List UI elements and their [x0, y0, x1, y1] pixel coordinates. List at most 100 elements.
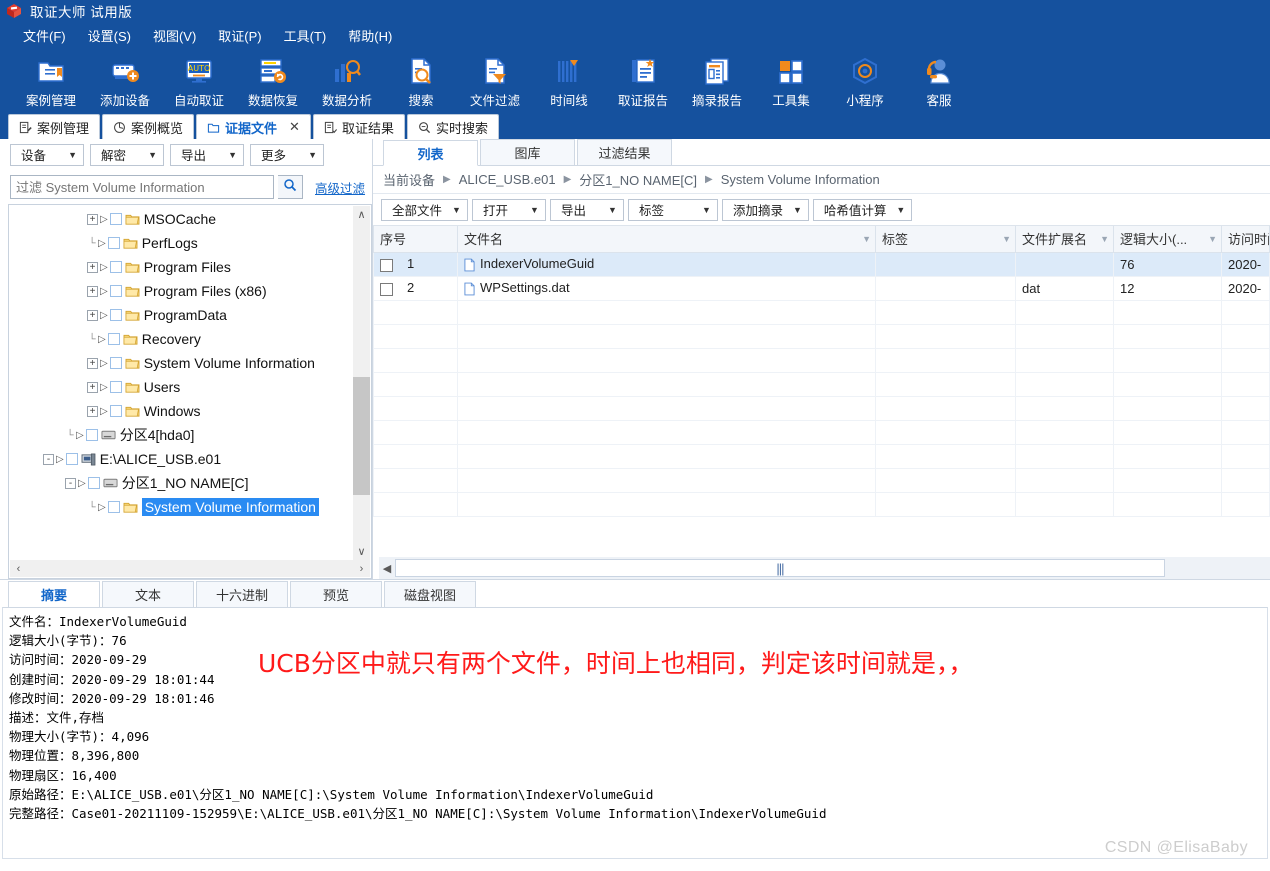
tree-node[interactable]: + ▷ Program Files (x86) [9, 279, 353, 303]
filter-search-button[interactable] [278, 175, 303, 199]
scroll-up-icon[interactable]: ∧ [353, 206, 370, 223]
toolbar-button-case-manage[interactable]: 案例管理 [14, 52, 88, 109]
column-header-filename[interactable]: 文件名 ▼ [457, 226, 876, 253]
tab-case-management[interactable]: 案例管理 [8, 114, 101, 139]
tab-hex[interactable]: 十六进制 [196, 581, 288, 607]
tree-arrow-icon[interactable]: ▷ [98, 238, 106, 249]
tree-arrow-icon[interactable]: ▷ [98, 502, 106, 513]
tree-arrow-icon[interactable]: ▷ [100, 382, 108, 393]
tab-filter-results[interactable]: 过滤结果 [577, 139, 672, 165]
toolbar-button-auto-forensics[interactable]: AUTO 自动取证 [162, 52, 236, 109]
breadcrumb-item-0[interactable]: 当前设备 [383, 170, 435, 189]
dropdown-all-files[interactable]: 全部文件 ▼ [381, 198, 468, 221]
tree-arrow-icon[interactable]: ▷ [78, 478, 86, 489]
toolbar-button-data-analysis[interactable]: 数据分析 [310, 52, 384, 109]
tree-horizontal-scrollbar[interactable]: ‹ › [10, 560, 370, 577]
breadcrumb-item-2[interactable]: 分区1_NO NAME[C] [579, 170, 697, 189]
tree-checkbox[interactable] [85, 429, 98, 441]
tab-forensics-result[interactable]: 取证结果 [312, 114, 405, 139]
tree-checkbox[interactable] [107, 333, 120, 345]
scroll-right-icon[interactable]: › [353, 563, 370, 575]
menu-item-help[interactable]: 帮助(H) [337, 23, 403, 48]
tab-realtime-search[interactable]: 实时搜索 [406, 114, 499, 139]
tree-checkbox[interactable] [109, 309, 122, 321]
menu-item-tools[interactable]: 工具(T) [273, 23, 338, 48]
tree-node[interactable]: + ▷ Users [9, 375, 353, 399]
tree-node[interactable]: + ▷ System Volume Information [9, 351, 353, 375]
tree-node[interactable]: └ ▷ 分区4[hda0] [9, 423, 353, 447]
tree-arrow-icon[interactable]: ▷ [76, 430, 84, 441]
tab-list[interactable]: 列表 [383, 140, 478, 166]
scroll-left-icon[interactable]: ◀ [379, 562, 395, 575]
tree-arrow-icon[interactable]: ▷ [100, 358, 108, 369]
breadcrumb-item-1[interactable]: ALICE_USB.e01 [459, 172, 556, 187]
tree-expander-icon[interactable]: + [87, 357, 98, 369]
tree-vertical-scrollbar[interactable]: ∧ ∨ [353, 206, 370, 560]
toolbar-button-add-device[interactable]: 添加设备 [88, 52, 162, 109]
tree-checkbox[interactable] [109, 285, 122, 297]
tree-checkbox[interactable] [87, 477, 100, 489]
close-icon[interactable]: ✕ [289, 119, 300, 135]
table-row[interactable]: 2 WPSettings.dat dat 12 2020- [373, 276, 1270, 301]
tree-node[interactable]: └ ▷ System Volume Information [9, 495, 353, 519]
tree-checkbox[interactable] [109, 405, 122, 417]
filter-input[interactable] [10, 175, 274, 199]
row-checkbox[interactable] [380, 258, 393, 272]
dropdown-export[interactable]: 导出 ▼ [549, 198, 624, 221]
dropdown-open[interactable]: 打开 ▼ [471, 198, 546, 221]
tree-checkbox[interactable] [65, 453, 78, 465]
column-header-extension[interactable]: 文件扩展名 ▼ [1015, 226, 1114, 253]
tab-disk-view[interactable]: 磁盘视图 [384, 581, 476, 607]
table-row[interactable]: 1 IndexerVolumeGuid 76 2020- [373, 252, 1270, 277]
toolbar-button-forensics-report[interactable]: 取证报告 [606, 52, 680, 109]
tab-gallery[interactable]: 图库 [480, 139, 575, 165]
dropdown-device[interactable]: 设备 ▼ [10, 143, 84, 166]
tree-expander-icon[interactable]: + [87, 381, 98, 393]
tree-expander-icon[interactable]: + [87, 213, 98, 225]
tree-node[interactable]: - ▷ E:\ALICE_USB.e01 [9, 447, 353, 471]
tree-node[interactable]: └ ▷ Recovery [9, 327, 353, 351]
tree-arrow-icon[interactable]: ▷ [98, 334, 106, 345]
menu-item-forensics[interactable]: 取证(P) [207, 23, 272, 48]
dropdown-export[interactable]: 导出 ▼ [170, 143, 244, 166]
toolbar-button-file-filter[interactable]: 文件过滤 [458, 52, 532, 109]
column-header-index[interactable]: 序号 [373, 226, 458, 253]
tree-checkbox[interactable] [107, 237, 120, 249]
tab-text[interactable]: 文本 [102, 581, 194, 607]
tree-node[interactable]: + ▷ Windows [9, 399, 353, 423]
tree-node[interactable]: + ▷ ProgramData [9, 303, 353, 327]
dropdown-hash-calc[interactable]: 哈希值计算 ▼ [812, 198, 913, 221]
tree-arrow-icon[interactable]: ▷ [100, 286, 108, 297]
tree-expander-icon[interactable]: + [87, 309, 98, 321]
filter-icon[interactable]: ▼ [1208, 234, 1217, 244]
filter-icon[interactable]: ▼ [1100, 234, 1109, 244]
tab-evidence-files[interactable]: 证据文件 ✕ [196, 114, 311, 139]
tree-expander-icon[interactable]: + [87, 261, 98, 273]
tree-arrow-icon[interactable]: ▷ [100, 262, 108, 273]
tree-node[interactable]: - ▷ 分区1_NO NAME[C] [9, 471, 353, 495]
grid-horizontal-scrollbar[interactable]: ◀ ||| [379, 557, 1270, 579]
tree-checkbox[interactable] [109, 357, 122, 369]
tree-checkbox[interactable] [109, 213, 122, 225]
tab-preview[interactable]: 预览 [290, 581, 382, 607]
tree-node[interactable]: + ▷ MSOCache [9, 207, 353, 231]
column-header-logical-size[interactable]: 逻辑大小(... ▼ [1113, 226, 1222, 253]
tree-expander-icon[interactable]: + [87, 405, 98, 417]
menu-item-settings[interactable]: 设置(S) [77, 23, 142, 48]
tree-expander-icon[interactable]: - [43, 453, 54, 465]
menu-item-file[interactable]: 文件(F) [12, 23, 77, 48]
tree-checkbox[interactable] [109, 261, 122, 273]
toolbar-button-timeline[interactable]: 时间线 [532, 52, 606, 109]
dropdown-decrypt[interactable]: 解密 ▼ [90, 143, 164, 166]
dropdown-add-excerpt[interactable]: 添加摘录 ▼ [721, 198, 809, 221]
tree-arrow-icon[interactable]: ▷ [100, 310, 108, 321]
tree-node[interactable]: + ▷ Program Files [9, 255, 353, 279]
tab-summary[interactable]: 摘要 [8, 581, 100, 607]
toolbar-button-miniprogram[interactable]: 小程序 [828, 52, 902, 109]
column-header-tag[interactable]: 标签 ▼ [875, 226, 1016, 253]
tree-arrow-icon[interactable]: ▷ [56, 454, 64, 465]
tree-checkbox[interactable] [107, 501, 120, 513]
column-header-access-time[interactable]: 访问时间 [1221, 226, 1270, 253]
filter-icon[interactable]: ▼ [1002, 234, 1011, 244]
menu-item-view[interactable]: 视图(V) [142, 23, 207, 48]
